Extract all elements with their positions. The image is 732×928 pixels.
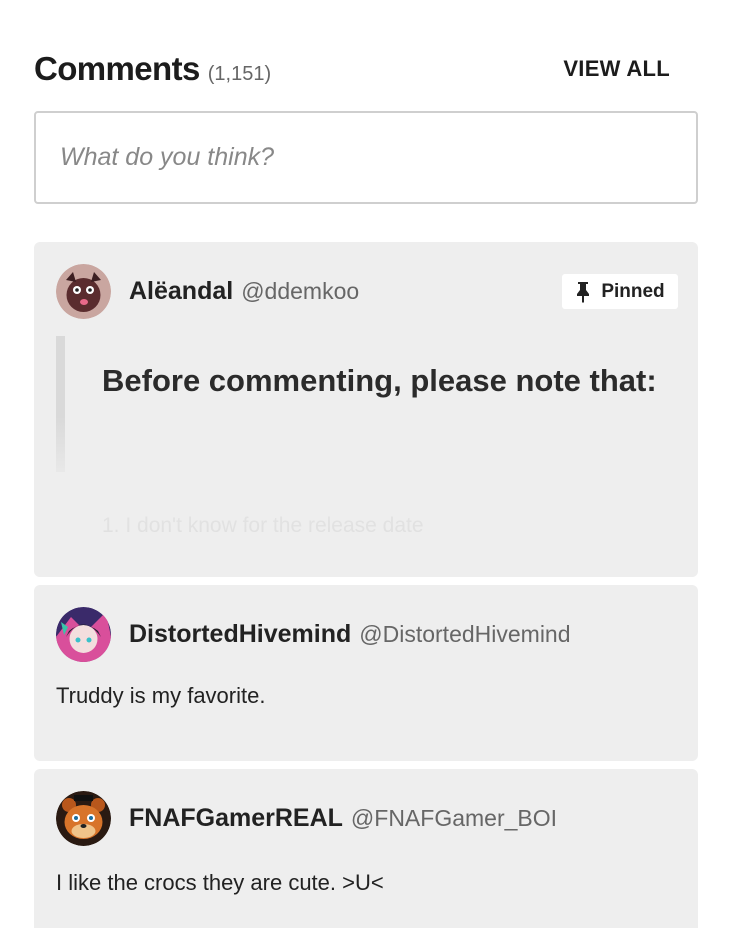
comment-handle[interactable]: @FNAFGamer_BOI [351, 805, 557, 832]
faded-text: 1. I don't know for the release date [102, 514, 424, 537]
comment-handle[interactable]: @DistortedHivemind [359, 621, 570, 648]
comment-card: FNAFGamerREAL @FNAFGamer_BOI I like the … [34, 769, 698, 928]
name-line: DistortedHivemind @DistortedHivemind [129, 620, 571, 649]
comments-header: Comments (1,151) VIEW ALL [34, 44, 698, 94]
comment-author[interactable]: DistortedHivemind [129, 620, 351, 649]
pinned-badge: Pinned [562, 274, 678, 309]
quote-bar [56, 336, 65, 472]
avatar-icon [56, 790, 111, 846]
comment-text: Truddy is my favorite. [56, 683, 266, 708]
comment-author[interactable]: FNAFGamerREAL [129, 804, 343, 833]
pin-icon [577, 281, 590, 303]
comment-input[interactable] [34, 111, 698, 204]
comment-author[interactable]: Alëandal [129, 277, 233, 306]
avatar[interactable] [56, 263, 111, 319]
quote-text: Before commenting, please note that: [102, 363, 657, 398]
name-line: FNAFGamerREAL @FNAFGamer_BOI [129, 804, 557, 833]
avatar[interactable] [56, 606, 111, 662]
comment-header: FNAFGamerREAL @FNAFGamer_BOI [56, 790, 678, 846]
comments-section: Comments (1,151) VIEW ALL What do you th… [0, 0, 732, 928]
comment-text: I like the crocs they are cute. >U< [56, 870, 384, 895]
avatar-icon [56, 263, 111, 319]
comments-count: (1,151) [207, 63, 272, 85]
title-group: Comments (1,151) [34, 50, 271, 88]
name-line: Alëandal @ddemkoo [129, 277, 359, 306]
comment-handle[interactable]: @ddemkoo [241, 278, 359, 305]
comment-card-pinned: Alëandal @ddemkoo Pinned Before commenti… [34, 242, 698, 577]
view-all-button[interactable]: VIEW ALL [563, 56, 670, 82]
avatar[interactable] [56, 790, 111, 846]
fade-overlay [34, 417, 698, 577]
pinned-label: Pinned [601, 280, 665, 302]
comment-header: DistortedHivemind @DistortedHivemind [56, 606, 678, 662]
avatar-icon [56, 606, 111, 662]
comment-card: DistortedHivemind @DistortedHivemind Tru… [34, 585, 698, 761]
comments-title: Comments [34, 50, 200, 87]
